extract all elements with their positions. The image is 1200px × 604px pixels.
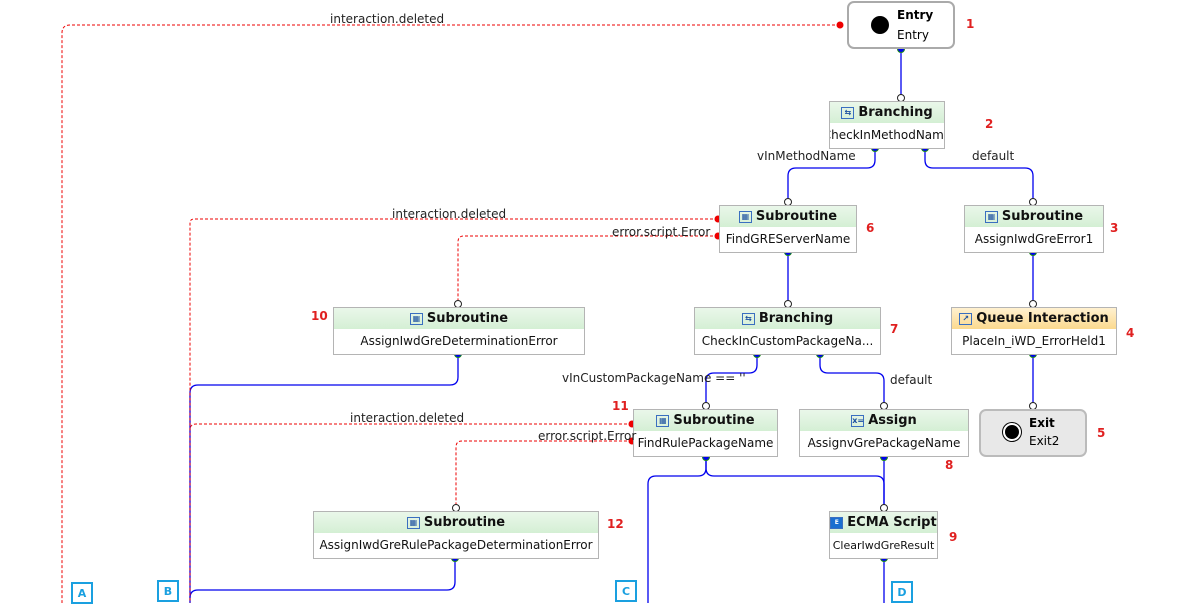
edge-rule-c <box>647 457 707 603</box>
edge-label: error.script.Error <box>612 225 711 239</box>
node-branching-7[interactable]: ⇆ Branching CheckInCustomPackageNa... <box>694 307 881 355</box>
subroutine-icon: ▦ <box>409 312 423 325</box>
node-queue-interaction[interactable]: ↗ Queue Interaction PlaceIn_iWD_ErrorHeld1 <box>951 307 1117 355</box>
edge-label: default <box>890 373 933 387</box>
node-exit[interactable]: Exit Exit2 <box>979 409 1087 457</box>
branching-icon: ⇆ <box>841 106 855 119</box>
node-ecma-script-9[interactable]: E ECMA Script ClearIwdGreResult <box>829 511 938 559</box>
node-name: FindGREServerName <box>725 232 851 246</box>
connector-c[interactable]: C <box>615 580 637 602</box>
node-type: Entry <box>897 8 934 22</box>
subroutine-icon: ▦ <box>984 210 998 223</box>
edge-rule-error <box>455 440 632 511</box>
node-number: 12 <box>607 517 624 531</box>
node-subroutine-10[interactable]: ▦ Subroutine AssignIwdGreDeterminationErro… <box>333 307 585 355</box>
edge-deterr-b <box>189 354 459 603</box>
node-number: 8 <box>945 458 954 472</box>
node-subroutine-6[interactable]: ▦ Subroutine FindGREServerName <box>719 205 857 253</box>
node-name: CheckInMethodName <box>830 128 944 142</box>
node-name: AssignIwdGreDeterminationError <box>360 334 558 348</box>
node-name: AssignIwdGreRulePackageDeterminationErro… <box>319 538 593 552</box>
ecma-icon: E <box>830 516 844 529</box>
node-type: Subroutine <box>755 209 838 224</box>
node-name: AssignvGrePackageName <box>807 436 961 450</box>
edge-find-error <box>457 235 718 307</box>
node-number: 10 <box>311 309 328 323</box>
node-number: 1 <box>966 17 975 31</box>
node-type: Assign <box>868 413 917 428</box>
subroutine-icon: ▦ <box>738 210 752 223</box>
node-type: Subroutine <box>423 515 506 530</box>
node-type: Branching <box>758 311 834 326</box>
node-number: 5 <box>1097 426 1106 440</box>
node-assign-8[interactable]: x= Assign AssignvGrePackageName <box>799 409 969 457</box>
connector-a[interactable]: A <box>71 582 93 604</box>
node-number: 9 <box>949 530 958 544</box>
node-type: Subroutine <box>426 311 509 326</box>
edge-label: interaction.deleted <box>330 12 445 26</box>
node-name: FindRulePackageName <box>637 436 774 450</box>
node-name: Exit2 <box>1029 434 1060 448</box>
node-type: Subroutine <box>673 413 755 428</box>
node-number: 6 <box>866 221 875 235</box>
node-branching-1[interactable]: ⇆Branching CheckInMethodName <box>829 101 945 149</box>
edge-label: default <box>972 149 1015 163</box>
edge-label: interaction.deleted <box>392 207 507 221</box>
assign-icon: x= <box>851 414 865 427</box>
node-type: Queue Interaction <box>976 311 1109 326</box>
subroutine-icon: ▦ <box>406 516 420 529</box>
node-subroutine-11[interactable]: ▦ Subroutine FindRulePackageName <box>633 409 778 457</box>
node-number: 4 <box>1126 326 1135 340</box>
edge-ruleerr-b <box>189 558 456 599</box>
edges <box>61 21 1037 603</box>
node-name: ClearIwdGreResult <box>832 538 935 552</box>
node-entry[interactable]: Entry Entry <box>847 1 955 49</box>
branching-icon: ⇆ <box>741 312 755 325</box>
exit-icon <box>1003 423 1021 441</box>
node-number: 7 <box>890 322 899 336</box>
node-type: ECMA Script <box>847 515 937 530</box>
entry-icon <box>871 16 889 34</box>
edge-label: interaction.deleted <box>350 411 465 425</box>
node-type: Subroutine <box>1001 209 1084 224</box>
connector-b[interactable]: B <box>157 580 179 602</box>
edge-label: vInCustomPackageName == '' <box>562 371 746 385</box>
edge-label: error.script.Error <box>538 429 637 443</box>
node-number: 3 <box>1110 221 1119 235</box>
node-name: Entry <box>897 28 929 42</box>
subroutine-icon: ▦ <box>656 414 670 427</box>
node-name: PlaceIn_iWD_ErrorHeld1 <box>962 334 1106 348</box>
node-type: Branching <box>858 105 933 120</box>
node-number: 11 <box>612 399 629 413</box>
edge-default-2 <box>819 354 885 409</box>
node-type: Exit <box>1029 416 1055 430</box>
node-number: 2 <box>985 117 994 131</box>
edge-rule-ecma <box>705 457 885 511</box>
connector-d[interactable]: D <box>891 581 913 603</box>
edge-label: vInMethodName <box>757 149 856 163</box>
node-subroutine-12[interactable]: ▦ Subroutine AssignIwdGreRulePackageDeterm… <box>313 511 599 559</box>
node-name: CheckInCustomPackageNa... <box>701 334 874 348</box>
node-name: AssignIwdGreError1 <box>974 232 1094 246</box>
queue-icon: ↗ <box>959 312 973 325</box>
node-subroutine-3[interactable]: ▦ Subroutine AssignIwdGreError1 <box>964 205 1104 253</box>
